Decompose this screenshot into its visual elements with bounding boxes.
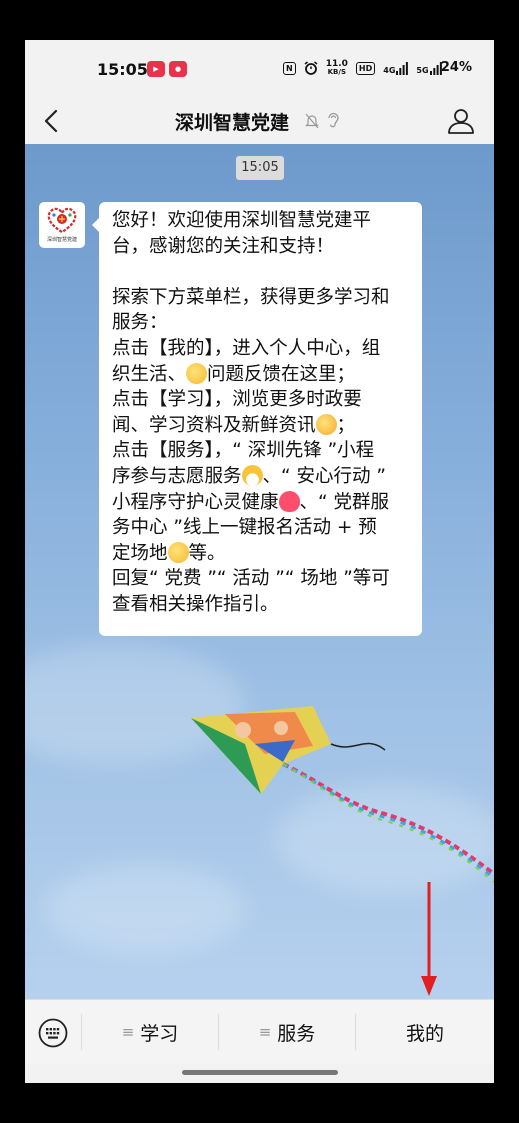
message-line: 您好！欢迎使用深圳智慧党建平: [112, 210, 372, 231]
status-bar: 15:05 ▶ ● N 11.0 KB/S HD 4G 5G 24%: [25, 40, 494, 98]
menu-item-mine[interactable]: 我的: [356, 1000, 494, 1064]
message-line: 查看相关操作指引。: [112, 593, 279, 615]
speed-unit: KB/S: [327, 68, 346, 76]
video-app-badge: ▶: [147, 61, 165, 77]
status-icons: N 11.0 KB/S HD 4G 5G: [283, 60, 442, 76]
message-line: [112, 259, 412, 285]
message-bubble[interactable]: 您好！欢迎使用深圳智慧党建平 台，感谢您的关注和支持！ 探索下方菜单栏，获得更多…: [92, 202, 422, 636]
message-line: 服务：: [112, 312, 168, 334]
keyboard-icon[interactable]: [38, 1018, 68, 1048]
message-time: 15:05: [236, 156, 284, 180]
network-4g-label: 4G: [383, 65, 396, 75]
menu-item-service[interactable]: ≡ 服务: [219, 1000, 355, 1064]
thinking-face-emoji-icon: [186, 362, 208, 384]
message-line: 回复“ 党费 ”“ 活动 ”“ 场地 ”等可: [112, 568, 390, 590]
message-line: 务中心 ”线上一键报名活动 + 预: [112, 517, 377, 539]
monocle-face-emoji-icon: [167, 541, 189, 563]
nav-bar: 深圳智慧党建: [25, 98, 494, 144]
signal-bars-icon: [429, 61, 442, 75]
message-line: 闻、学习资料及新鲜资讯；: [112, 413, 356, 436]
message-line: 点击【学习】，浏览更多时政要: [112, 389, 362, 411]
menu-item-label: 我的: [405, 1022, 444, 1045]
red-arrow-icon: [421, 882, 437, 996]
menu-lines-icon: ≡: [121, 1023, 135, 1041]
party-emblem-icon: [47, 207, 77, 234]
message-line: 序参与志愿服务 、“ 安心行动 ”: [112, 464, 386, 487]
message-line: 探索下方菜单栏，获得更多学习和: [112, 286, 390, 308]
nfc-icon: N: [283, 61, 296, 75]
menu-item-study[interactable]: ≡ 学习: [82, 1000, 218, 1064]
signal-5g: 5G: [416, 61, 442, 75]
message-line: 定场地 等。: [112, 541, 226, 564]
chat-background: 15:05 深圳智慧党建 您好！欢迎使用深圳智慧党建平 台，感谢您的关注和支持！…: [25, 144, 494, 999]
mute-bell-icon: [305, 113, 319, 129]
wow-face-emoji-icon: [315, 413, 337, 435]
mask-face-emoji-icon: [241, 464, 263, 486]
message-line: 台，感谢您的关注和支持！: [112, 235, 335, 257]
ear-icon: [328, 112, 339, 128]
signal-4g: 4G: [383, 61, 409, 75]
avatar-caption: 深圳智慧党建: [46, 237, 77, 243]
home-indicator[interactable]: [182, 1070, 338, 1075]
signal-bars-icon: [396, 61, 409, 75]
back-icon[interactable]: [37, 104, 67, 138]
page-title: 深圳智慧党建: [175, 112, 290, 134]
message-line: 点击【我的】，进入个人中心，组: [112, 337, 381, 359]
network-speed: 11.0 KB/S: [326, 60, 348, 76]
phone-screen: 15:05 ▶ ● N 11.0 KB/S HD 4G 5G 24% 深圳智慧党…: [25, 40, 494, 1083]
network-5g-label: 5G: [416, 65, 429, 75]
status-time: 15:05: [97, 60, 148, 79]
battery-percent: 24%: [440, 60, 472, 75]
news-app-badge: ●: [169, 61, 187, 77]
profile-icon[interactable]: [447, 107, 475, 135]
avatar[interactable]: 深圳智慧党建: [39, 202, 85, 248]
menu-lines-icon: ≡: [258, 1023, 272, 1041]
message-line: 织生活、 问题反馈在这里；: [112, 362, 356, 385]
menu-item-label: 服务: [277, 1022, 316, 1045]
hd-icon: HD: [355, 61, 376, 75]
kite-image: [191, 706, 494, 883]
pink-heart-emoji-icon: [278, 490, 300, 512]
alarm-icon: [304, 61, 318, 75]
message-line: 小程序守护心灵健康 、“ 党群服: [112, 490, 389, 513]
bottom-menu: ≡ 学习 ≡ 服务 我的: [25, 999, 494, 1064]
message-line: 点击【服务】，“ 深圳先锋 ”小程: [112, 440, 375, 462]
menu-item-label: 学习: [140, 1022, 179, 1045]
